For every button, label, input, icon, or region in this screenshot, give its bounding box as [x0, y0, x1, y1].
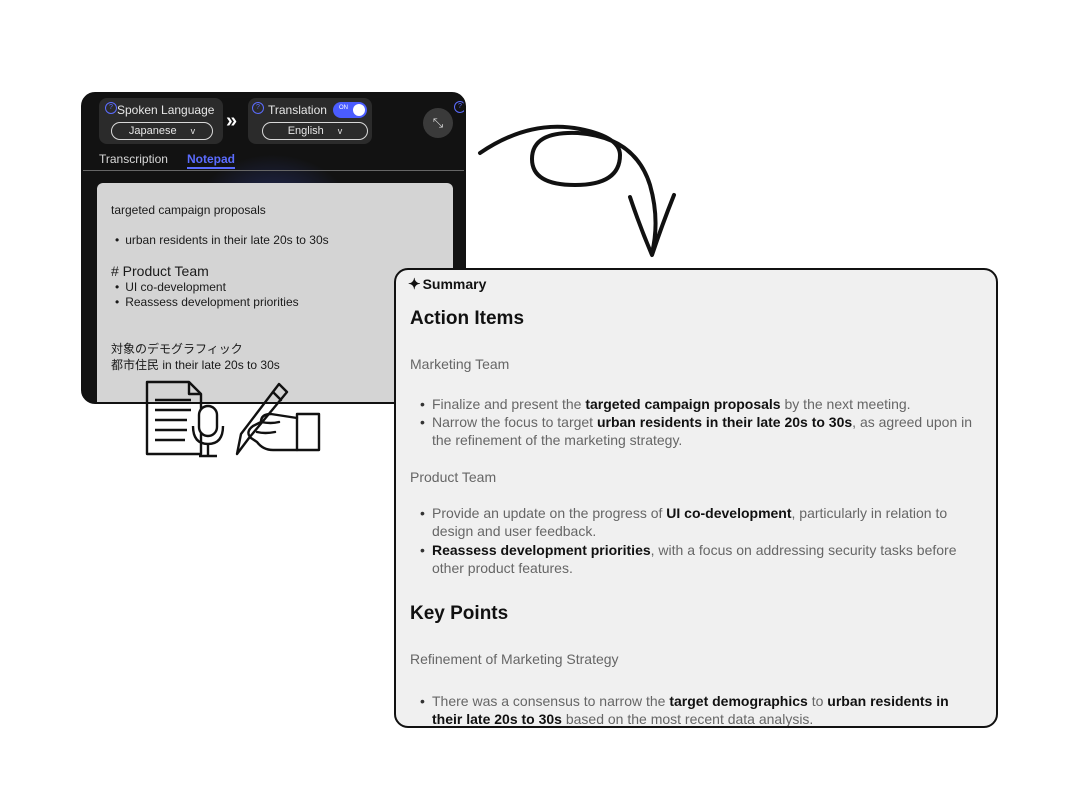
bold-text: urban residents in their late 20s to 30s — [596, 414, 853, 430]
list-item: Reassess development priorities, with a … — [420, 541, 980, 577]
notepad-line: urban residents in their late 20s to 30s — [111, 233, 328, 247]
help-icon[interactable]: ? — [454, 101, 464, 113]
bold-text: UI co-development — [666, 505, 792, 521]
chevron-down-icon: v — [337, 126, 343, 136]
help-icon[interactable]: ? — [252, 102, 264, 114]
summary-header: ✦ Summary — [408, 275, 486, 293]
text: by the next meeting. — [780, 396, 911, 412]
spoken-language-box: ? Spoken Language Japanese v — [99, 98, 223, 144]
notepad-line: 対象のデモグラフィック — [111, 342, 243, 356]
help-icon[interactable]: ? — [105, 102, 117, 114]
translation-box: ? Translation ON English v — [248, 98, 372, 144]
text: Narrow the focus to target — [432, 414, 597, 430]
toggle-state: ON — [339, 105, 348, 111]
notepad-line: # Product Team — [111, 263, 209, 279]
list-item: There was a consensus to narrow the targ… — [420, 692, 980, 727]
summary-title: Summary — [422, 276, 487, 292]
list-item: Finalize and present the targeted campai… — [420, 395, 980, 413]
list-item: Provide an update on the progress of UI … — [420, 504, 980, 540]
double-chevron-right-icon: » — [226, 110, 237, 132]
toggle-knob — [353, 104, 365, 116]
summary-card: ✦Summary Action Items Marketing Team Fin… — [394, 268, 998, 728]
notepad-line: UI co-development — [111, 280, 226, 294]
bold-text: target demographics — [669, 693, 808, 709]
spoken-language-value: Japanese — [128, 125, 177, 137]
translation-language-select[interactable]: English v — [262, 122, 368, 140]
text: to — [807, 693, 828, 709]
translation-toggle[interactable]: ON — [333, 102, 367, 118]
tab-transcription[interactable]: Transcription — [99, 152, 168, 166]
list-item: Narrow the focus to target urban residen… — [420, 413, 980, 449]
notepad-line: targeted campaign proposals — [111, 203, 266, 217]
tab-bar: Transcription Notepad — [83, 150, 464, 171]
key-points-heading: Key Points — [410, 603, 509, 624]
refinement-label: Refinement of Marketing Strategy — [410, 651, 619, 667]
hand-writing-icon — [235, 382, 321, 456]
bold-text: Reassess development priorities — [432, 542, 651, 558]
action-items-heading: Action Items — [410, 308, 525, 329]
sparkle-icon: ✦ — [408, 276, 421, 293]
spoken-language-select[interactable]: Japanese v — [111, 122, 213, 140]
marketing-team-label: Marketing Team — [410, 356, 510, 372]
bold-text: targeted campaign proposals — [585, 396, 781, 412]
collapse-icon: ⤡ — [432, 115, 444, 130]
notepad-line: 都市住民 in their late 20s to 30s — [111, 358, 280, 372]
text: There was a consensus to narrow the — [432, 693, 670, 709]
tab-notepad[interactable]: Notepad — [187, 152, 235, 169]
translation-language-value: English — [287, 125, 324, 137]
text: Provide an update on the progress of — [432, 505, 667, 521]
product-team-label: Product Team — [410, 469, 497, 485]
document-microphone-icon — [145, 380, 225, 458]
notepad-line: Reassess development priorities — [111, 295, 298, 309]
spoken-language-label: Spoken Language — [117, 103, 215, 117]
text: Finalize and present the — [432, 396, 586, 412]
translation-label: Translation — [268, 103, 327, 117]
text: based on the most recent data analysis. — [561, 711, 814, 727]
collapse-button[interactable]: ⤡ — [423, 108, 453, 138]
chevron-down-icon: v — [190, 126, 196, 136]
curly-arrow-icon — [478, 124, 676, 257]
